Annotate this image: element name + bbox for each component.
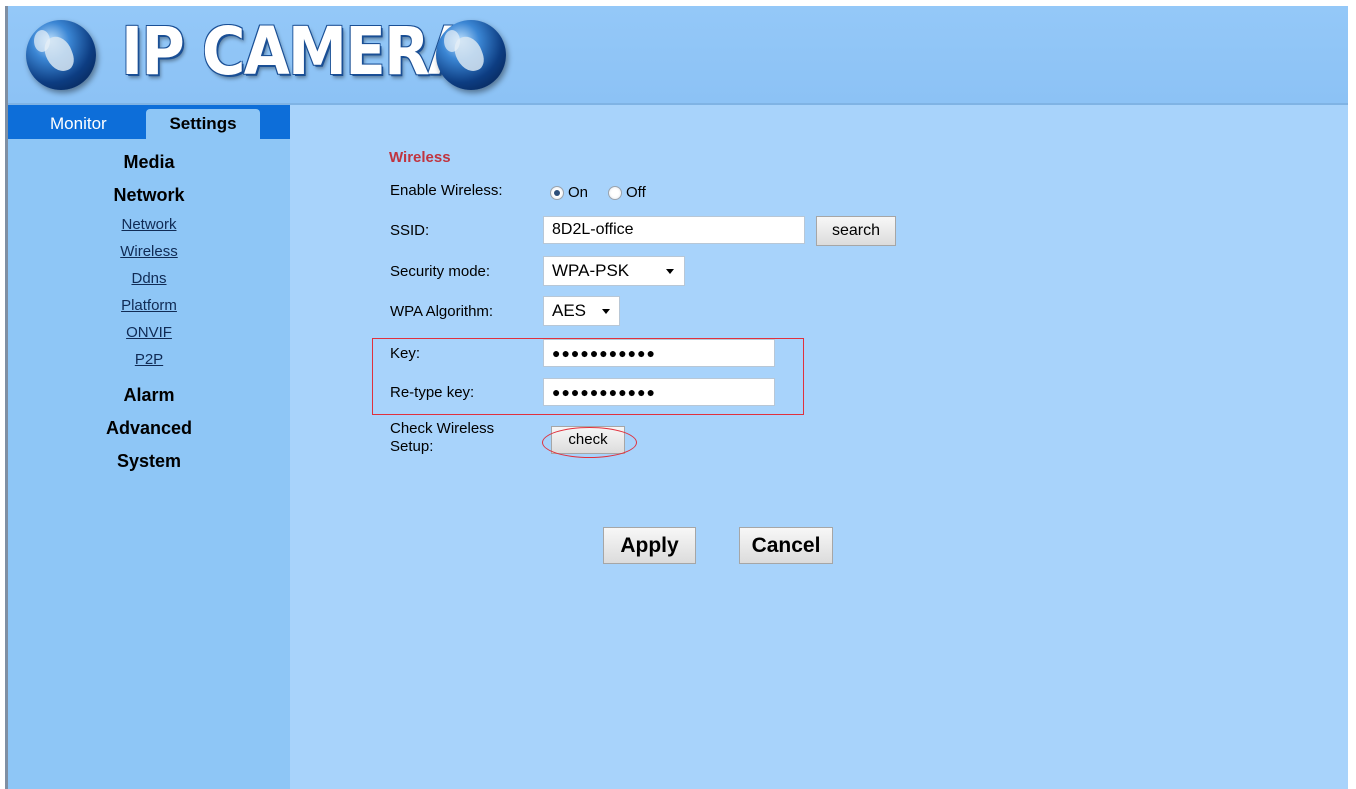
- key-label: Key:: [390, 345, 421, 362]
- security-mode-value: WPA-PSK: [552, 261, 630, 280]
- wpa-algorithm-select[interactable]: AES: [543, 296, 620, 326]
- highlight-ellipse: [542, 427, 637, 458]
- sidebar-link-p2p[interactable]: P2P: [8, 351, 290, 368]
- tab-settings[interactable]: Settings: [146, 109, 260, 139]
- key-input[interactable]: ●●●●●●●●●●●: [543, 339, 775, 367]
- wpa-algorithm-label: WPA Algorithm:: [390, 303, 494, 320]
- sidebar-item-alarm[interactable]: Alarm: [8, 385, 290, 406]
- header-banner: IP CAMERA: [8, 6, 1348, 105]
- sidebar-item-network[interactable]: Network: [8, 185, 290, 206]
- ssid-label: SSID:: [390, 222, 430, 239]
- sidebar-item-system[interactable]: System: [8, 451, 290, 472]
- security-mode-label: Security mode:: [390, 263, 491, 280]
- ssid-input[interactable]: 8D2L-office: [543, 216, 805, 244]
- search-button[interactable]: search: [816, 216, 896, 246]
- sidebar-link-platform[interactable]: Platform: [8, 297, 290, 314]
- globe-icon: [436, 20, 506, 90]
- tab-monitor[interactable]: Monitor: [50, 109, 107, 139]
- wpa-algorithm-value: AES: [552, 301, 587, 320]
- retype-key-label: Re-type key:: [390, 384, 475, 401]
- check-wireless-label-line2: Setup:: [390, 438, 434, 455]
- main-content: Wireless Enable Wireless: On Off SSID: 8…: [290, 105, 1348, 789]
- logo-text: IP CAMERA: [121, 13, 474, 90]
- radio-off-label: Off: [626, 184, 646, 201]
- sidebar: Monitor Settings Media Network Network W…: [8, 105, 290, 789]
- chevron-down-icon: [666, 269, 674, 274]
- sidebar-item-advanced[interactable]: Advanced: [8, 418, 290, 439]
- check-wireless-label: Check Wireless Setup:: [390, 420, 494, 456]
- sidebar-link-wireless[interactable]: Wireless: [8, 243, 290, 260]
- sidebar-item-media[interactable]: Media: [8, 152, 290, 173]
- enable-wireless-label: Enable Wireless:: [390, 182, 503, 199]
- sidebar-link-onvif[interactable]: ONVIF: [8, 324, 290, 341]
- section-title: Wireless: [389, 149, 451, 166]
- check-wireless-label-line1: Check Wireless: [390, 420, 495, 437]
- cancel-button[interactable]: Cancel: [739, 527, 833, 564]
- apply-button[interactable]: Apply: [603, 527, 696, 564]
- sidebar-link-network[interactable]: Network: [8, 216, 290, 233]
- radio-on-label: On: [568, 184, 589, 201]
- tab-bar: Monitor Settings: [8, 105, 290, 139]
- globe-icon: [26, 20, 96, 90]
- chevron-down-icon: [602, 309, 610, 314]
- page: IP CAMERA Monitor Settings Media Network…: [8, 6, 1348, 789]
- retype-key-input[interactable]: ●●●●●●●●●●●: [543, 378, 775, 406]
- security-mode-select[interactable]: WPA-PSK: [543, 256, 685, 286]
- radio-wireless-on[interactable]: [550, 186, 564, 200]
- sidebar-link-ddns[interactable]: Ddns: [8, 270, 290, 287]
- radio-wireless-off[interactable]: [608, 186, 622, 200]
